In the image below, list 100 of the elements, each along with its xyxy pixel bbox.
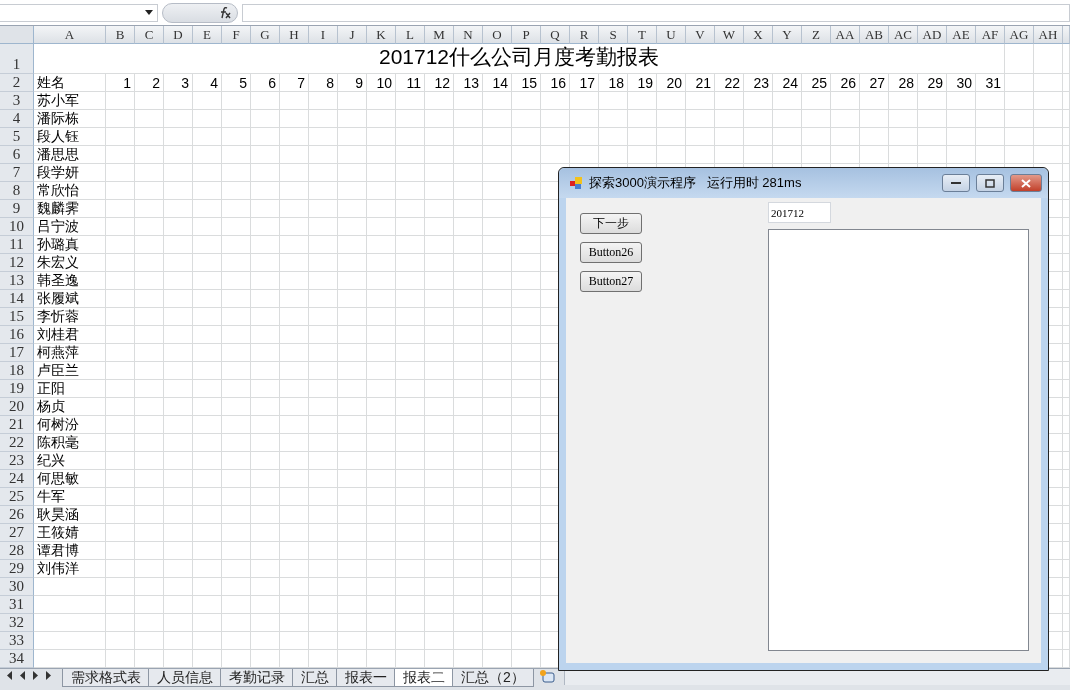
row-header[interactable]: 19 xyxy=(0,380,34,398)
row-header[interactable]: 22 xyxy=(0,434,34,452)
day-number: 30 xyxy=(947,74,976,92)
column-header[interactable]: T xyxy=(628,26,657,44)
column-header[interactable]: AC xyxy=(889,26,918,44)
column-header[interactable]: N xyxy=(454,26,483,44)
row-header[interactable]: 7 xyxy=(0,164,34,182)
column-header[interactable]: V xyxy=(686,26,715,44)
row-header[interactable]: 30 xyxy=(0,578,34,596)
close-button[interactable] xyxy=(1010,174,1042,192)
day-number: 17 xyxy=(570,74,599,92)
column-header[interactable]: F xyxy=(222,26,251,44)
row-header[interactable]: 33 xyxy=(0,632,34,650)
day-number: 10 xyxy=(367,74,396,92)
employee-name: 牛军 xyxy=(34,488,106,506)
day-number: 13 xyxy=(454,74,483,92)
sheet-tab[interactable]: 汇总 xyxy=(292,669,338,687)
form-button[interactable]: 下一步 xyxy=(580,213,642,234)
column-header[interactable]: O xyxy=(483,26,512,44)
employee-name: 纪兴 xyxy=(34,452,106,470)
row-header[interactable]: 8 xyxy=(0,182,34,200)
row-header[interactable]: 21 xyxy=(0,416,34,434)
day-number: 7 xyxy=(280,74,309,92)
column-header[interactable]: Q xyxy=(541,26,570,44)
row-header[interactable]: 32 xyxy=(0,614,34,632)
maximize-button[interactable] xyxy=(976,174,1004,192)
employee-name: 正阳 xyxy=(34,380,106,398)
insert-sheet-icon[interactable] xyxy=(537,669,556,684)
column-header[interactable]: A xyxy=(34,26,106,44)
minimize-button[interactable] xyxy=(942,174,970,192)
insert-function-button[interactable] xyxy=(162,2,238,23)
row-header[interactable]: 23 xyxy=(0,452,34,470)
column-header[interactable]: G xyxy=(251,26,280,44)
column-header[interactable]: AA xyxy=(831,26,860,44)
column-header[interactable]: AF xyxy=(976,26,1005,44)
row-header[interactable]: 4 xyxy=(0,110,34,128)
column-header[interactable]: X xyxy=(744,26,773,44)
row-header[interactable]: 1 xyxy=(0,44,34,74)
employee-name: 耿昊涵 xyxy=(34,506,106,524)
form-button[interactable]: Button27 xyxy=(580,271,642,292)
row-header[interactable]: 10 xyxy=(0,218,34,236)
employee-name: 何思敏 xyxy=(34,470,106,488)
column-header[interactable]: M xyxy=(425,26,454,44)
form-button[interactable]: Button26 xyxy=(580,242,642,263)
row-header[interactable]: 28 xyxy=(0,542,34,560)
row-header[interactable]: 14 xyxy=(0,290,34,308)
day-number: 11 xyxy=(396,74,425,92)
formula-field[interactable] xyxy=(242,3,1070,22)
column-header[interactable]: Z xyxy=(802,26,831,44)
column-header[interactable]: K xyxy=(367,26,396,44)
sheet-tab[interactable]: 报表二 xyxy=(394,669,454,687)
row-header[interactable]: 25 xyxy=(0,488,34,506)
row-header[interactable]: 13 xyxy=(0,272,34,290)
column-header[interactable]: U xyxy=(657,26,686,44)
column-header[interactable]: D xyxy=(164,26,193,44)
dropdown-caret-icon xyxy=(145,10,153,15)
column-header[interactable]: E xyxy=(193,26,222,44)
row-header[interactable]: 2 xyxy=(0,74,34,92)
row-header[interactable]: 9 xyxy=(0,200,34,218)
row-header[interactable]: 26 xyxy=(0,506,34,524)
sheet-tab[interactable]: 考勤记录 xyxy=(220,669,294,687)
sheet-tab[interactable]: 需求格式表 xyxy=(62,669,150,687)
column-header[interactable]: R xyxy=(570,26,599,44)
row-header[interactable]: 15 xyxy=(0,308,34,326)
column-header[interactable]: C xyxy=(135,26,164,44)
column-header[interactable]: AH xyxy=(1034,26,1063,44)
window-title: 探索3000演示程序 运行用时 281ms xyxy=(589,174,803,192)
row-header[interactable]: 3 xyxy=(0,92,34,110)
column-header[interactable]: AG xyxy=(1005,26,1034,44)
row-header[interactable]: 6 xyxy=(0,146,34,164)
row-header[interactable]: 31 xyxy=(0,596,34,614)
row-header[interactable]: 17 xyxy=(0,344,34,362)
column-header[interactable]: Y xyxy=(773,26,802,44)
column-header[interactable]: P xyxy=(512,26,541,44)
employee-name: 韩圣逸 xyxy=(34,272,106,290)
row-header[interactable]: 16 xyxy=(0,326,34,344)
column-header[interactable]: AE xyxy=(947,26,976,44)
sheet-tab[interactable]: 报表一 xyxy=(336,669,396,687)
column-header[interactable]: AD xyxy=(918,26,947,44)
column-header[interactable]: L xyxy=(396,26,425,44)
sheet-tab[interactable]: 汇总（2） xyxy=(452,669,534,687)
employee-name: 朱宏义 xyxy=(34,254,106,272)
column-header[interactable]: B xyxy=(106,26,135,44)
column-header[interactable]: S xyxy=(599,26,628,44)
row-header[interactable]: 24 xyxy=(0,470,34,488)
row-header[interactable]: 12 xyxy=(0,254,34,272)
column-header[interactable]: AB xyxy=(860,26,889,44)
column-header[interactable]: I xyxy=(309,26,338,44)
column-header[interactable]: W xyxy=(715,26,744,44)
input-field[interactable]: 201712 xyxy=(768,202,831,223)
row-header[interactable]: 5 xyxy=(0,128,34,146)
sheet-tab[interactable]: 人员信息 xyxy=(148,669,222,687)
row-header[interactable]: 20 xyxy=(0,398,34,416)
row-header[interactable]: 34 xyxy=(0,650,34,668)
row-header[interactable]: 27 xyxy=(0,524,34,542)
row-header[interactable]: 11 xyxy=(0,236,34,254)
column-header[interactable]: J xyxy=(338,26,367,44)
row-header[interactable]: 29 xyxy=(0,560,34,578)
column-header[interactable]: H xyxy=(280,26,309,44)
row-header[interactable]: 18 xyxy=(0,362,34,380)
